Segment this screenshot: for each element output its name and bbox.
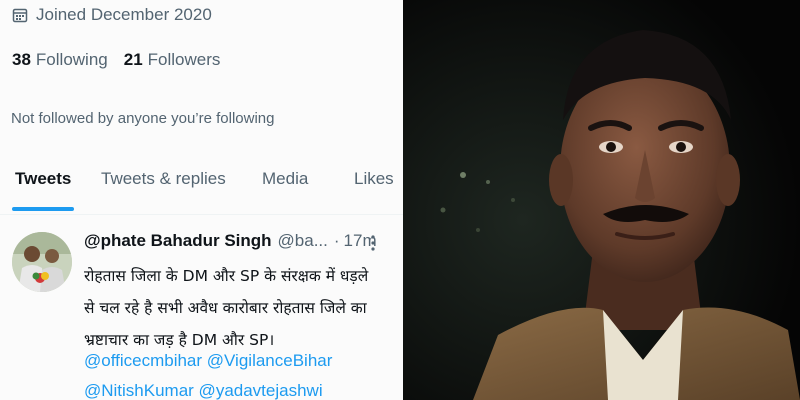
tab-likes[interactable]: Likes: [354, 169, 394, 189]
joined-text: Joined December 2020: [36, 5, 212, 24]
joined-date: Joined December 2020: [12, 4, 212, 26]
active-tab-indicator: [12, 207, 74, 211]
tab-tweets-replies[interactable]: Tweets & replies: [101, 169, 226, 189]
mention-link[interactable]: @NitishKumar @yadavtejashwi: [84, 376, 402, 400]
tabs-divider: [0, 214, 403, 215]
profile-tabs: Tweets Tweets & replies Media Likes: [0, 166, 403, 214]
more-vertical-icon[interactable]: [370, 234, 376, 252]
tweet-separator: ·: [333, 231, 340, 250]
mention-link[interactable]: @officecmbihar @VigilanceBihar: [84, 346, 402, 376]
profile-screenshot: Joined December 2020 38 Following 21 Follo…: [0, 0, 403, 400]
tweet-header: @phate Bahadur Singh @ba... · 17m: [84, 231, 394, 251]
tweet-text-line: रोहतास जिला के DM और SP के संरक्षक में ध…: [84, 267, 369, 285]
not-followed-note: Not followed by anyone you’re following: [11, 110, 275, 127]
follow-stats: 38 Following 21 Followers: [12, 50, 220, 70]
tweet-author-name[interactable]: @phate Bahadur Singh: [84, 231, 272, 251]
following-label: Following: [35, 50, 108, 69]
followers-count: 21: [123, 50, 143, 69]
tab-tweets[interactable]: Tweets: [15, 169, 71, 189]
tab-media[interactable]: Media: [262, 169, 308, 189]
tweet-author-handle[interactable]: @ba...: [278, 231, 328, 251]
followers-link[interactable]: 21 Followers: [124, 50, 221, 70]
tweet[interactable]: @phate Bahadur Singh @ba... · 17m रोहतास…: [0, 222, 403, 400]
portrait-image: [403, 0, 800, 400]
avatar[interactable]: [12, 232, 72, 292]
calendar-icon: [12, 8, 28, 23]
tweet-mentions: @officecmbihar @VigilanceBihar @NitishKu…: [84, 346, 402, 400]
portrait-photo: [403, 0, 800, 400]
tweet-text: रोहतास जिला के DM और SP के संरक्षक में ध…: [84, 260, 396, 356]
avatar-image: [12, 232, 72, 292]
following-link[interactable]: 38 Following: [12, 50, 108, 70]
following-count: 38: [12, 50, 31, 69]
tweet-text-line: से चल रहे है सभी अवैध कारोबार रोहतास जिल…: [84, 299, 367, 317]
followers-label: Followers: [147, 50, 221, 69]
